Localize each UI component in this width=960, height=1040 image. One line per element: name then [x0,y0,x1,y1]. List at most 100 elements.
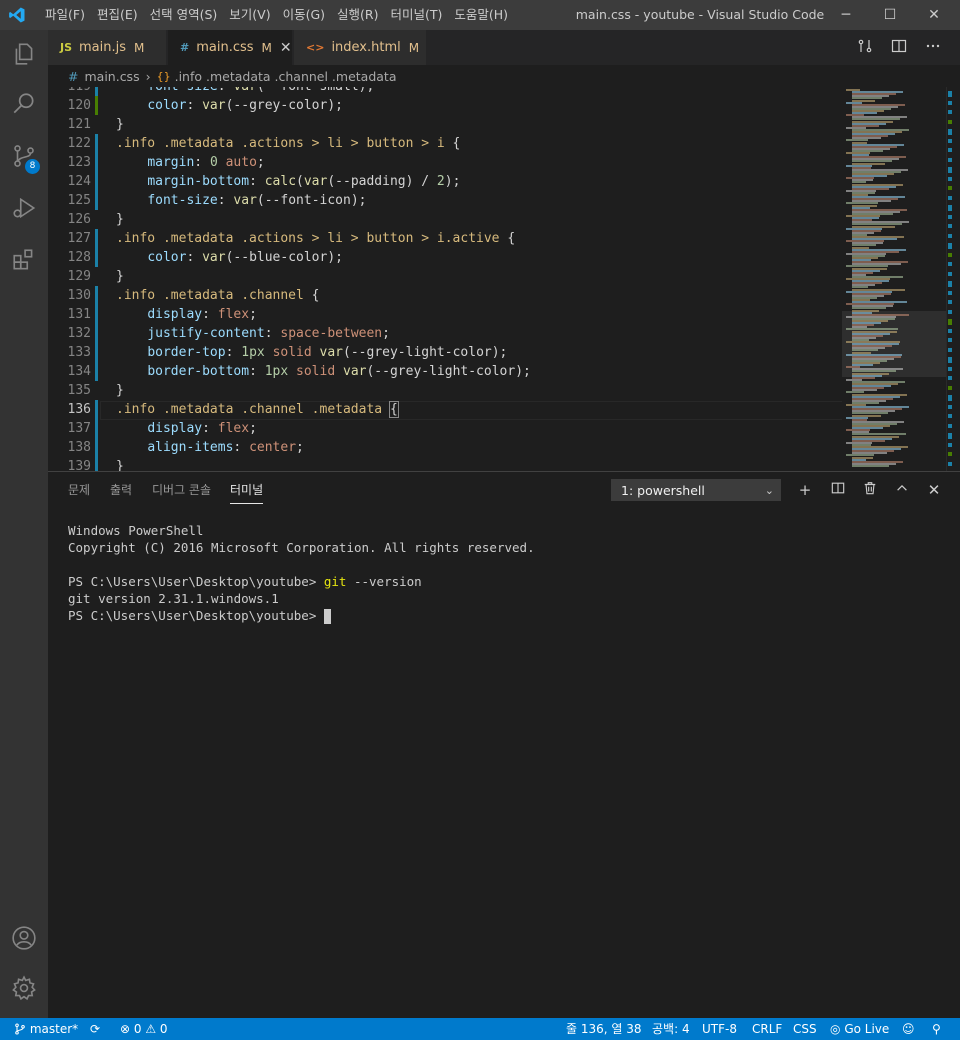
menu-terminal[interactable]: 터미널(T) [386,0,448,30]
gutter-modified-marker[interactable] [95,87,98,96]
tab-main-css[interactable]: # main.css M ✕ [168,30,292,65]
sync-button[interactable]: ⟳ [90,1018,100,1040]
account-button[interactable] [0,914,48,962]
tab-main-js[interactable]: JS main.js M [48,30,166,65]
code-line[interactable]: 135} [48,381,948,400]
gutter-modified-marker[interactable] [95,343,98,362]
branch-indicator[interactable]: master* [14,1018,78,1040]
terminal-select[interactable]: 1: powershell ⌄ [611,479,781,501]
code-line[interactable]: 131 display: flex; [48,305,948,324]
split-terminal-button[interactable] [827,479,849,501]
split-editor-button[interactable] [882,38,916,58]
tab-output[interactable]: 출력 [110,472,132,506]
code-line[interactable]: 128 color: var(--blue-color); [48,248,948,267]
minimap[interactable] [842,87,946,471]
more-actions-button[interactable] [916,38,950,58]
gutter-modified-marker[interactable] [95,438,98,457]
notifications-button[interactable]: ⚲ [932,1018,941,1040]
menu-selection[interactable]: 선택 영역(S) [145,0,223,30]
gutter-modified-marker[interactable] [95,172,98,191]
editor-scrollbar[interactable] [946,87,960,471]
code-line[interactable]: 123 margin: 0 auto; [48,153,948,172]
code-line[interactable]: 137 display: flex; [48,419,948,438]
breadcrumb-file[interactable]: main.css [84,69,139,84]
code-line[interactable]: 133 border-top: 1px solid var(--grey-lig… [48,343,948,362]
code-line[interactable]: 130 .info .metadata .channel { [48,286,948,305]
gutter-modified-marker[interactable] [95,457,98,471]
search-button[interactable] [0,80,48,128]
code-line[interactable]: 134 border-bottom: 1px solid var(--grey-… [48,362,948,381]
javascript-file-icon: JS [60,41,73,54]
code-token: (--grey-color); [225,98,343,113]
menu-view[interactable]: 보기(V) [224,0,275,30]
gutter-added-marker[interactable] [95,96,98,115]
code-editor[interactable]: 119 font-size: var(--font-small);120 col… [48,87,960,471]
code-line[interactable]: 132 justify-content: space-between; [48,324,948,343]
maximize-panel-button[interactable] [891,479,913,501]
gutter-modified-marker[interactable] [95,362,98,381]
encoding[interactable]: UTF-8 [702,1018,737,1040]
breadcrumb-symbol[interactable]: .info .metadata .channel .metadata [175,69,397,84]
menu-run[interactable]: 실행(R) [332,0,383,30]
run-debug-button[interactable] [0,184,48,232]
menu-go[interactable]: 이동(G) [278,0,330,30]
gutter-modified-marker[interactable] [95,153,98,172]
source-control-button[interactable]: 8 [0,132,48,180]
explorer-button[interactable] [0,30,48,78]
code-token: (--grey-light-color); [366,364,531,379]
tab-index-html[interactable]: <> index.html M [294,30,426,65]
code-token: (--grey-light-color); [343,345,508,360]
close-tab-icon[interactable]: ✕ [280,40,292,56]
editor-tabs: JS main.js M # main.css M ✕ <> index.htm… [48,30,960,65]
gutter-modified-marker[interactable] [95,400,98,419]
code-line[interactable]: 120 color: var(--grey-color); [48,96,948,115]
gutter-modified-marker[interactable] [95,305,98,324]
code-line[interactable]: 125 font-size: var(--font-icon); [48,191,948,210]
maximize-button[interactable]: ☐ [868,0,912,30]
code-line[interactable]: 126} [48,210,948,229]
minimize-button[interactable]: ─ [824,0,868,30]
code-line[interactable]: 139} [48,457,948,471]
gutter-modified-marker[interactable] [95,229,98,248]
new-terminal-button[interactable]: + [794,479,816,501]
code-token: (--font-icon); [256,193,367,208]
code-text: margin: 0 auto; [116,153,264,172]
menu-help[interactable]: 도움말(H) [449,0,513,30]
cursor-position[interactable]: 줄 136, 열 38 [566,1018,642,1040]
end-of-line[interactable]: CRLF [752,1018,782,1040]
gutter-modified-marker[interactable] [95,134,98,153]
indentation[interactable]: 공백: 4 [652,1018,690,1040]
line-number: 130 [67,288,91,303]
code-line[interactable]: 127 .info .metadata .actions > li > butto… [48,229,948,248]
close-window-button[interactable]: ✕ [912,0,956,30]
code-line[interactable]: 121} [48,115,948,134]
code-line[interactable]: 124 margin-bottom: calc(var(--padding) /… [48,172,948,191]
gutter-modified-marker[interactable] [95,248,98,267]
tab-problems[interactable]: 문제 [68,472,90,506]
code-line[interactable]: 138 align-items: center; [48,438,948,457]
language-mode[interactable]: CSS [793,1018,817,1040]
extensions-button[interactable] [0,236,48,284]
gutter-modified-marker[interactable] [95,191,98,210]
menu-file[interactable]: 파일(F) [40,0,90,30]
tab-terminal[interactable]: 터미널 [230,472,264,506]
kill-terminal-button[interactable] [859,479,881,501]
scrollbar-change-marker [948,319,952,325]
gutter-modified-marker[interactable] [95,419,98,438]
code-line[interactable]: 122 .info .metadata .actions > li > butto… [48,134,948,153]
tab-debug-console[interactable]: 디버그 콘솔 [152,472,211,506]
code-line[interactable]: 136 .info .metadata .channel .metadata { [48,400,948,419]
gutter-modified-marker[interactable] [95,286,98,305]
menu-edit[interactable]: 편집(E) [92,0,143,30]
feedback-button[interactable]: ☺ [902,1018,915,1040]
close-panel-button[interactable]: ✕ [923,479,945,501]
problems-indicator[interactable]: ⊗ 0 ⚠ 0 [120,1018,168,1040]
code-line[interactable]: 119 font-size: var(--font-small); [48,87,948,96]
open-changes-button[interactable] [848,38,882,58]
gutter-modified-marker[interactable] [95,324,98,343]
code-line[interactable]: 129} [48,267,948,286]
terminal-output[interactable]: Windows PowerShell Copyright (C) 2016 Mi… [68,522,535,624]
go-live-button[interactable]: ◎ Go Live [830,1018,889,1040]
settings-button[interactable] [0,964,48,1012]
